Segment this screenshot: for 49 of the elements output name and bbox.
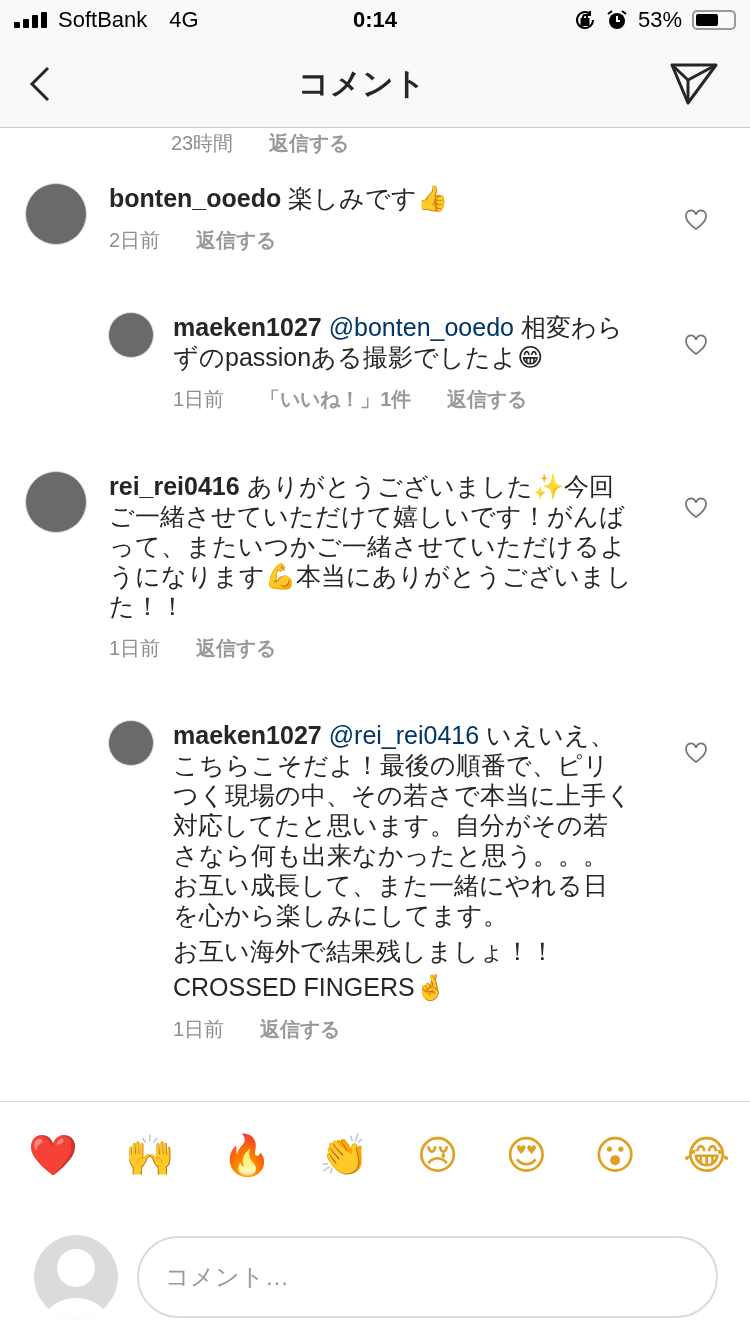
- comment-time: 1日前: [109, 636, 161, 661]
- reply-link[interactable]: 返信する: [196, 227, 277, 254]
- comment-text: rei_rei0416 ありがとうございました✨今回ご一緒させていただけて嬉しいです！がんばって、またいつかご一緒させていただけるようになります💪本当にありがとうございました！！: [109, 471, 633, 621]
- send-button[interactable]: [670, 61, 718, 106]
- like-button[interactable]: [684, 742, 708, 764]
- reply-link[interactable]: 返信する: [447, 386, 528, 413]
- carrier-label: SoftBank: [58, 7, 148, 33]
- avatar-silhouette-icon: [33, 1234, 119, 1320]
- avatar-photo[interactable]: [108, 720, 154, 766]
- emoji-button[interactable]: 😍: [505, 1130, 548, 1180]
- avatar-photo[interactable]: [108, 312, 154, 358]
- comment-time: 1日前: [173, 1017, 225, 1042]
- signal-icon: [14, 12, 50, 28]
- like-button[interactable]: [684, 497, 708, 519]
- rotation-lock-icon: [573, 9, 596, 31]
- emoji-button[interactable]: 😮: [594, 1130, 637, 1180]
- emoji-button[interactable]: 😂: [683, 1130, 730, 1180]
- emoji-button[interactable]: 🙌: [125, 1130, 176, 1180]
- comment-text: CROSSED FINGERS🤞: [173, 972, 447, 1002]
- reply-link[interactable]: 返信する: [260, 1016, 341, 1043]
- comment-time: 23時間: [171, 131, 234, 156]
- mention-link[interactable]: @bonten_ooedo: [328, 313, 514, 341]
- alarm-icon: [605, 9, 628, 31]
- like-button[interactable]: [684, 334, 708, 356]
- battery-icon: [692, 10, 736, 30]
- comment-text: bonten_ooedo 楽しみです👍: [109, 183, 450, 213]
- emoji-button[interactable]: 👏: [319, 1130, 370, 1180]
- comment-text: お互い海外で結果残しましょ！！: [173, 936, 556, 966]
- username-link[interactable]: bonten_ooedo: [109, 184, 282, 212]
- page-title: コメント: [298, 64, 426, 103]
- comment-time: 1日前: [173, 387, 225, 412]
- comment-time: 2日前: [109, 228, 161, 253]
- comment-input-field[interactable]: コメント…: [137, 1236, 718, 1318]
- emoji-button[interactable]: 🔥: [222, 1130, 273, 1180]
- like-button[interactable]: [684, 209, 708, 231]
- clock-time: 0:14: [353, 7, 398, 33]
- emoji-button[interactable]: 😢: [416, 1130, 459, 1180]
- comment-text: maeken1027 @bonten_ooedo 相変わらずのpassionある撮影でしたよ😁: [173, 312, 624, 372]
- username-link[interactable]: rei_rei0416: [109, 472, 240, 500]
- comment-text: maeken1027 @rei_rei0416 いえいえ、こちらこそだよ！最後の順番で、ピリつく現場の中、その若さで本当に上手く対応してたと思います。自分がその若さなら何も出来なかったと思う。。。お互い成長して、また一緒にやれる日を心から楽しみにしてます。: [173, 720, 633, 930]
- network-label: 4G: [169, 7, 199, 33]
- likes-link[interactable]: 「いいね！」1件: [260, 386, 412, 413]
- username-link[interactable]: maeken1027: [173, 313, 322, 341]
- mention-link[interactable]: @rei_rei0416: [328, 721, 480, 749]
- reply-link[interactable]: 返信する: [196, 635, 277, 662]
- reply-link[interactable]: 返信する: [269, 130, 350, 157]
- battery-percent: 53%: [637, 7, 682, 33]
- username-link[interactable]: maeken1027: [173, 721, 322, 749]
- emoji-button[interactable]: ❤: [28, 1130, 78, 1180]
